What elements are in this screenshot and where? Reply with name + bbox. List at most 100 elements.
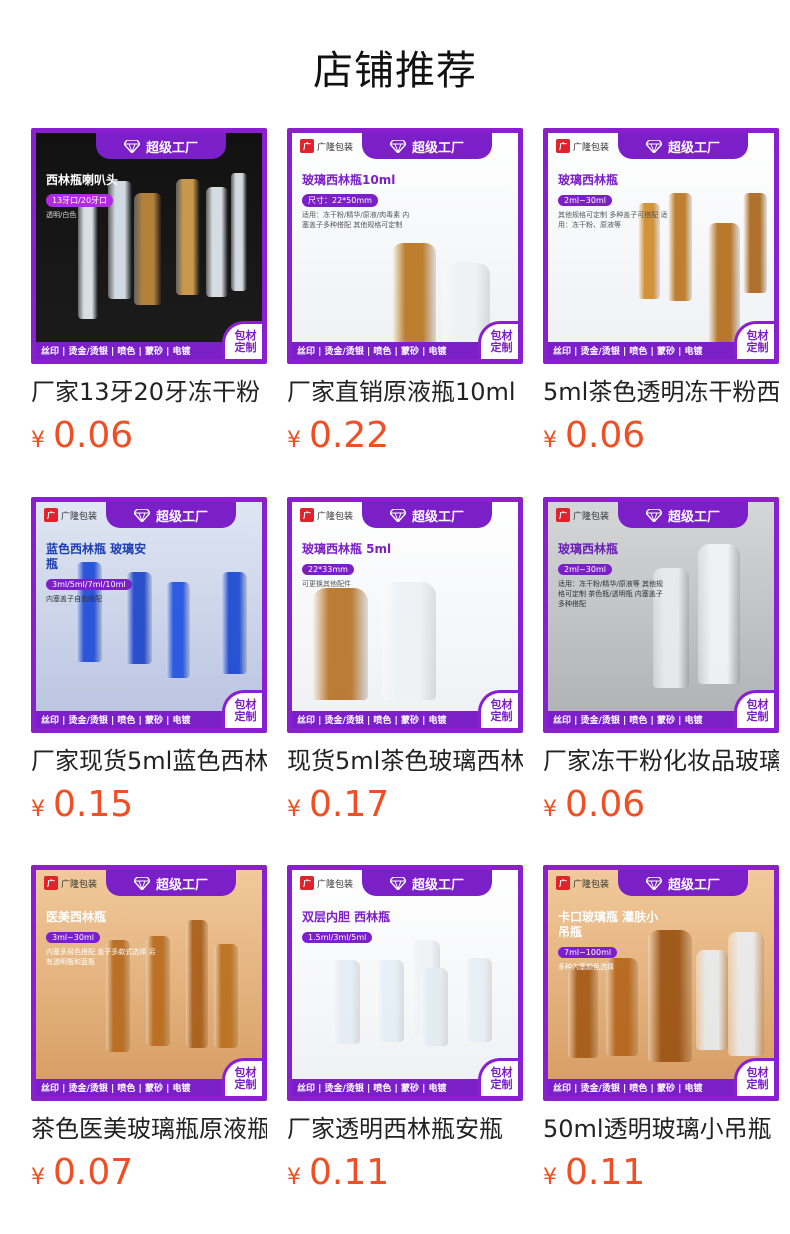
product-name[interactable]: 厂家13牙20牙冻干粉 (31, 377, 267, 407)
product-card[interactable]: 广广隆包装 超级工厂 玻璃西林瓶 2ml~30ml 适用：冻干粉/精华/原液等 … (543, 497, 779, 830)
bottle-image (382, 582, 436, 700)
product-name[interactable]: 50ml透明玻璃小吊瓶 (543, 1114, 779, 1144)
product-card[interactable]: 广广隆包装 超级工厂 医美西林瓶 3ml~30ml 内塞多层色搭配 盖子多款式选… (31, 865, 267, 1198)
product-price: ¥ 0.07 (31, 1153, 267, 1198)
brand-logo: 广广隆包装 (44, 876, 97, 890)
currency-symbol: ¥ (543, 1165, 557, 1190)
bottle-image (332, 960, 360, 1044)
bottle-image (698, 544, 740, 684)
thumbnail-caption: 卡口玻璃瓶 灌肤小吊瓶 7ml~100ml 多种内塞颜色选择 (558, 910, 668, 972)
product-thumbnail[interactable]: 广广隆包装 超级工厂 卡口玻璃瓶 灌肤小吊瓶 7ml~100ml 多种内塞颜色选… (543, 865, 779, 1101)
factory-badge: 超级工厂 (106, 870, 236, 896)
bottle-image (186, 920, 208, 1048)
product-thumbnail[interactable]: 广广隆包装 超级工厂 玻璃西林瓶 2ml~30ml 其他规格可定制 多种盖子可搭… (543, 128, 779, 364)
thumbnail-tag: 2ml~30ml (558, 195, 613, 206)
thumbnail-tag: 22*33mm (302, 564, 354, 575)
thumbnail-caption: 玻璃西林瓶 2ml~30ml 适用：冻干粉/精华/原液等 其他规格可定制 茶色瓶… (558, 542, 668, 609)
custom-badge: 包材 定制 (222, 690, 262, 728)
bottle-image (312, 588, 368, 700)
price-amount: 0.17 (309, 784, 390, 825)
custom-badge: 包材 定制 (734, 690, 774, 728)
diamond-icon (133, 508, 150, 522)
thumbnail-tag: 尺寸：22*50mm (302, 194, 378, 207)
product-card[interactable]: 广广隆包装 超级工厂 玻璃西林瓶 5ml 22*33mm 可更换其他配件 丝印 … (287, 497, 523, 830)
thumbnail-caption: 蓝色西林瓶 玻璃安瓶 3ml/5ml/7ml/10ml 内塞盖子自由搭配 (46, 542, 156, 604)
bottle-image (206, 187, 228, 297)
price-amount: 0.06 (53, 415, 134, 456)
thumbnail-desc: 多种内塞颜色选择 (558, 963, 614, 971)
custom-badge: 包材 定制 (734, 1058, 774, 1096)
thumbnail-caption: 玻璃西林瓶 2ml~30ml 其他规格可定制 多种盖子可搭配 适用：冻干粉、原液… (558, 173, 668, 230)
custom-badge: 包材 定制 (222, 1058, 262, 1096)
thumbnail-title: 双层内胆 西林瓶 (302, 910, 391, 924)
product-name[interactable]: 厂家透明西林瓶安瓶 (287, 1114, 523, 1144)
diamond-icon (133, 876, 150, 890)
thumbnail-desc: 适用：冻干粉/精华/原液等 其他规格可定制 茶色瓶/透明瓶 内塞盖子多种搭配 (558, 580, 663, 608)
product-name[interactable]: 厂家冻干粉化妆品玻璃 (543, 746, 779, 776)
product-card[interactable]: 超级工厂 西林瓶喇叭头 13牙口/20牙口 透明/白色 丝印 | 烫金/烫银 |… (31, 128, 267, 461)
price-amount: 0.11 (309, 1152, 390, 1193)
brand-logo: 广广隆包装 (300, 508, 353, 522)
product-thumbnail[interactable]: 广广隆包装 超级工厂 双层内胆 西林瓶 1.5ml/3ml/5ml 丝印 | 烫… (287, 865, 523, 1101)
bottle-image (568, 966, 598, 1058)
thumbnail-desc: 其他规格可定制 多种盖子可搭配 适用：冻干粉、原液等 (558, 211, 668, 229)
product-card[interactable]: 广广隆包装 超级工厂 玻璃西林瓶10ml 尺寸：22*50mm 适用：冻干粉/精… (287, 128, 523, 461)
product-thumbnail[interactable]: 广广隆包装 超级工厂 玻璃西林瓶 2ml~30ml 适用：冻干粉/精华/原液等 … (543, 497, 779, 733)
product-thumbnail[interactable]: 广广隆包装 超级工厂 蓝色西林瓶 玻璃安瓶 3ml/5ml/7ml/10ml 内… (31, 497, 267, 733)
currency-symbol: ¥ (31, 1165, 45, 1190)
thumbnail-title: 玻璃西林瓶 5ml (302, 542, 392, 556)
product-card[interactable]: 广广隆包装 超级工厂 双层内胆 西林瓶 1.5ml/3ml/5ml 丝印 | 烫… (287, 865, 523, 1198)
currency-symbol: ¥ (287, 797, 301, 822)
product-card[interactable]: 广广隆包装 超级工厂 玻璃西林瓶 2ml~30ml 其他规格可定制 多种盖子可搭… (543, 128, 779, 461)
currency-symbol: ¥ (31, 797, 45, 822)
bottle-image (221, 572, 247, 674)
bottle-image (668, 193, 692, 301)
custom-badge: 包材 定制 (222, 321, 262, 359)
currency-symbol: ¥ (287, 1165, 301, 1190)
thumbnail-tag: 13牙口/20牙口 (46, 194, 114, 207)
product-name[interactable]: 5ml茶色透明冻干粉西 (543, 377, 779, 407)
factory-badge: 超级工厂 (362, 502, 492, 528)
product-thumbnail[interactable]: 广广隆包装 超级工厂 玻璃西林瓶10ml 尺寸：22*50mm 适用：冻干粉/精… (287, 128, 523, 364)
thumbnail-tag: 3ml~30ml (46, 932, 101, 943)
section-title: 店铺推荐 (313, 48, 477, 94)
thumbnail-title: 蓝色西林瓶 玻璃安瓶 (46, 542, 147, 571)
thumbnail-desc: 内塞多层色搭配 盖子多款式选择 另有透明瓶和蓝瓶 (46, 948, 156, 966)
factory-badge: 超级工厂 (362, 133, 492, 159)
product-name[interactable]: 现货5ml茶色玻璃西林 (287, 746, 523, 776)
thumbnail-caption: 西林瓶喇叭头 13牙口/20牙口 透明/白色 (46, 173, 156, 220)
product-price: ¥ 0.11 (287, 1153, 523, 1198)
product-thumbnail[interactable]: 超级工厂 西林瓶喇叭头 13牙口/20牙口 透明/白色 丝印 | 烫金/烫银 |… (31, 128, 267, 364)
factory-badge: 超级工厂 (362, 870, 492, 896)
factory-badge: 超级工厂 (618, 502, 748, 528)
brand-logo: 广广隆包装 (556, 139, 609, 153)
thumbnail-desc: 可更换其他配件 (302, 580, 351, 588)
diamond-icon (389, 508, 406, 522)
product-card[interactable]: 广广隆包装 超级工厂 蓝色西林瓶 玻璃安瓶 3ml/5ml/7ml/10ml 内… (31, 497, 267, 830)
product-name[interactable]: 茶色医美玻璃瓶原液瓶 (31, 1114, 267, 1144)
product-price: ¥ 0.17 (287, 785, 523, 830)
currency-symbol: ¥ (31, 428, 45, 453)
product-thumbnail[interactable]: 广广隆包装 超级工厂 玻璃西林瓶 5ml 22*33mm 可更换其他配件 丝印 … (287, 497, 523, 733)
thumbnail-caption: 玻璃西林瓶10ml 尺寸：22*50mm 适用：冻干粉/精华/原液/肉毒素 内塞… (302, 173, 412, 230)
bottle-image (420, 968, 448, 1046)
product-name[interactable]: 厂家直销原液瓶10ml (287, 377, 523, 407)
diamond-icon (645, 876, 662, 890)
price-amount: 0.06 (565, 784, 646, 825)
product-thumbnail[interactable]: 广广隆包装 超级工厂 医美西林瓶 3ml~30ml 内塞多层色搭配 盖子多款式选… (31, 865, 267, 1101)
factory-badge: 超级工厂 (618, 870, 748, 896)
product-name[interactable]: 厂家现货5ml蓝色西林 (31, 746, 267, 776)
product-card[interactable]: 广广隆包装 超级工厂 卡口玻璃瓶 灌肤小吊瓶 7ml~100ml 多种内塞颜色选… (543, 865, 779, 1198)
bottle-image (176, 179, 200, 295)
brand-logo: 广广隆包装 (300, 876, 353, 890)
thumbnail-title: 玻璃西林瓶 (558, 542, 619, 556)
brand-logo: 广广隆包装 (300, 139, 353, 153)
bottle-image (214, 944, 238, 1048)
thumbnail-tag: 1.5ml/3ml/5ml (302, 932, 373, 943)
currency-symbol: ¥ (543, 428, 557, 453)
thumbnail-title: 西林瓶喇叭头 (46, 173, 119, 187)
bottle-image (231, 173, 247, 291)
diamond-icon (389, 139, 406, 153)
thumbnail-desc: 适用：冻干粉/精华/原液/肉毒素 内塞盖子多种搭配 其他规格可定制 (302, 211, 410, 229)
product-price: ¥ 0.15 (31, 785, 267, 830)
